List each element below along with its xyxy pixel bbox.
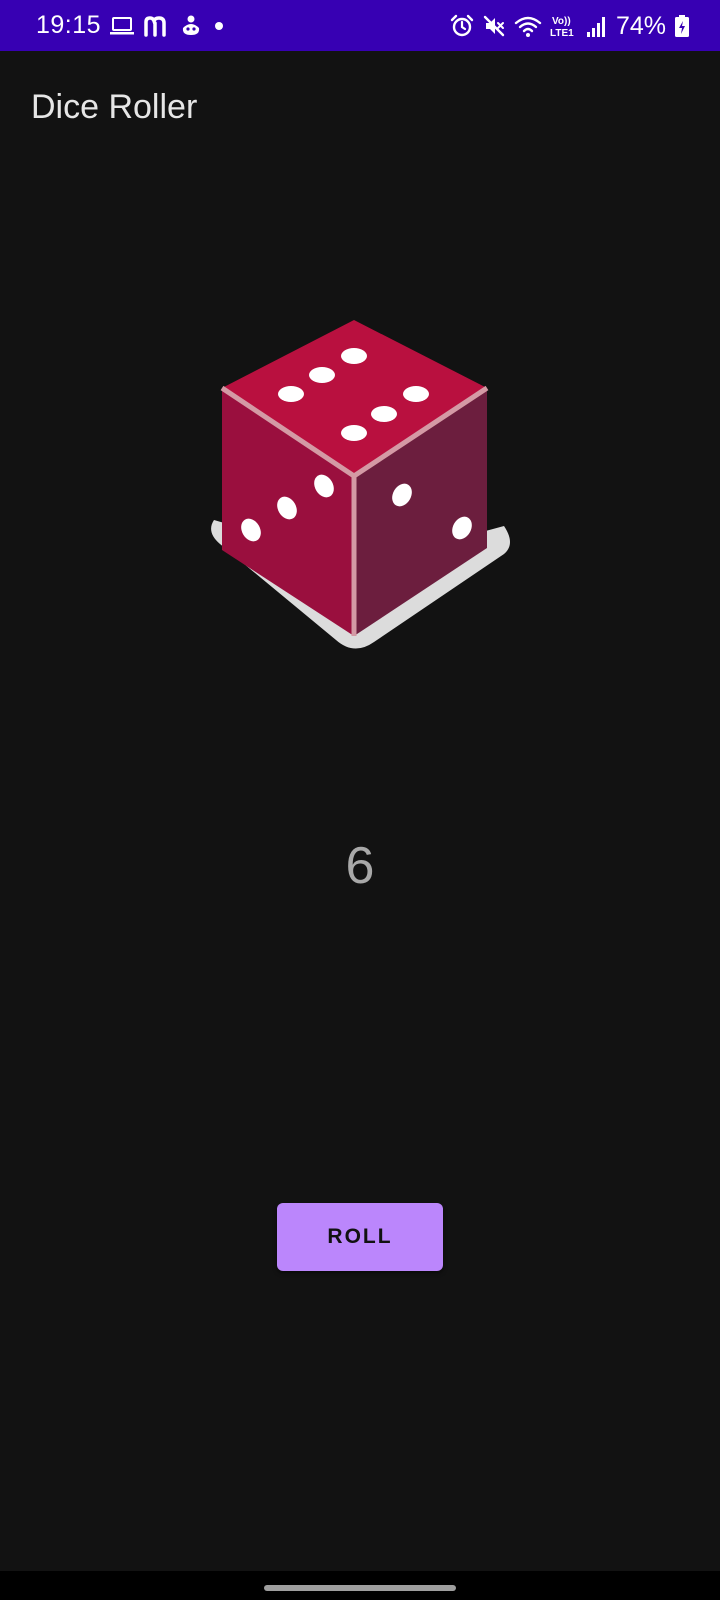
game-icon — [180, 14, 202, 38]
signal-icon — [586, 14, 606, 38]
status-time: 19:15 — [36, 11, 102, 39]
alarm-icon — [450, 14, 474, 38]
laptop-icon — [110, 15, 134, 37]
mute-icon — [482, 14, 506, 38]
svg-text:LTE1: LTE1 — [550, 28, 574, 39]
roll-button[interactable]: ROLL — [277, 1203, 443, 1271]
svg-text:Vo)): Vo)) — [552, 16, 571, 27]
dot-icon — [212, 15, 226, 37]
roll-result-text: 6 — [345, 837, 375, 895]
battery-percentage: 74% — [615, 11, 666, 40]
status-bar: 19:15 Vo)) LTE1 74% — [0, 0, 720, 51]
app-bar: Dice Roller — [0, 51, 720, 161]
gesture-handle[interactable] — [264, 1585, 456, 1591]
status-left-icons — [110, 13, 226, 39]
navigation-bar — [0, 1571, 720, 1600]
dice-six-image — [204, 318, 516, 664]
status-right-icons: Vo)) LTE1 74% — [450, 12, 690, 40]
app-title: Dice Roller — [31, 88, 198, 126]
wifi-icon — [514, 14, 542, 38]
m-notification-icon — [144, 15, 170, 37]
battery-icon — [674, 14, 690, 38]
volte-icon: Vo)) LTE1 — [550, 13, 578, 39]
